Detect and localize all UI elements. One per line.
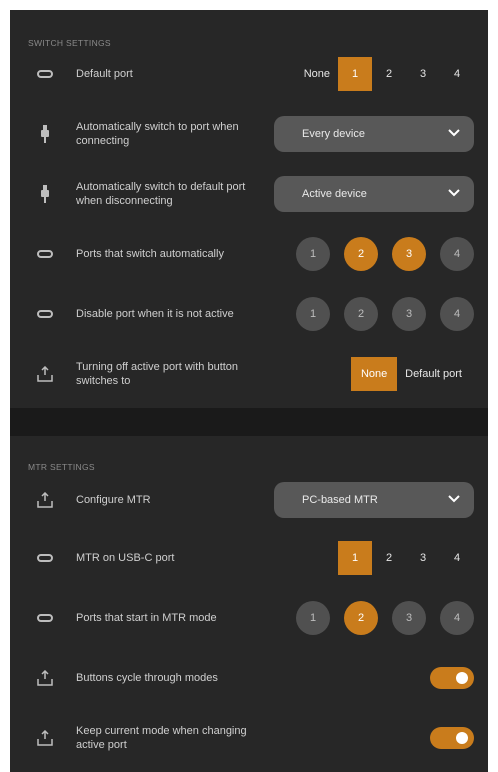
- default-port-option-3[interactable]: 3: [406, 57, 440, 91]
- mtr-usbc-label: MTR on USB-C port: [76, 552, 175, 564]
- ports-start-mtr-port-4[interactable]: 4: [440, 601, 474, 635]
- row-auto-switch-disconnect: Automatically switch to default port whe…: [10, 174, 488, 214]
- row-turn-off-active-port: Turning off active port with button swit…: [10, 354, 488, 394]
- usb-port-icon: [36, 305, 54, 323]
- disable-port-port-2[interactable]: 2: [344, 297, 378, 331]
- usb-port-icon: [36, 245, 54, 263]
- ports-start-mtr-label: Ports that start in MTR mode: [76, 612, 217, 624]
- row-configure-mtr: Configure MTR PC-based MTR: [10, 480, 488, 520]
- mtr-usbc-option-3[interactable]: 3: [406, 541, 440, 575]
- row-disable-port: Disable port when it is not active 1 2 3…: [10, 294, 488, 334]
- chevron-down-icon: [448, 128, 460, 140]
- auto-switch-connect-dropdown[interactable]: Every device: [274, 116, 474, 152]
- row-buttons-cycle: Buttons cycle through modes: [10, 658, 488, 698]
- chevron-down-icon: [448, 494, 460, 506]
- ports-start-mtr-port-3[interactable]: 3: [392, 601, 426, 635]
- button-press-icon: [36, 365, 54, 383]
- turn-off-active-label: Turning off active port with button swit…: [76, 361, 239, 387]
- default-port-option-none[interactable]: None: [296, 57, 338, 91]
- default-port-selector: None 1 2 3 4: [296, 57, 474, 91]
- mtr-usbc-option-4[interactable]: 4: [440, 541, 474, 575]
- default-port-option-2[interactable]: 2: [372, 57, 406, 91]
- auto-switch-connect-value: Every device: [302, 128, 365, 140]
- default-port-label: Default port: [76, 68, 133, 80]
- disable-port-port-4[interactable]: 4: [440, 297, 474, 331]
- disable-port-label: Disable port when it is not active: [76, 308, 234, 320]
- button-press-icon: [36, 669, 54, 687]
- default-port-option-4[interactable]: 4: [440, 57, 474, 91]
- usb-plug-icon: [36, 125, 54, 143]
- switch-settings-panel: SWITCH SETTINGS Default port None 1 2 3 …: [10, 10, 488, 408]
- ports-switch-auto-label: Ports that switch automatically: [76, 248, 224, 260]
- ports-switch-auto-port-1[interactable]: 1: [296, 237, 330, 271]
- auto-switch-disconnect-dropdown[interactable]: Active device: [274, 176, 474, 212]
- toggle-knob: [456, 732, 468, 744]
- configure-mtr-dropdown[interactable]: PC-based MTR: [274, 482, 474, 518]
- row-mtr-usbc-port: MTR on USB-C port 1 2 3 4: [10, 538, 488, 578]
- ports-start-mtr-port-1[interactable]: 1: [296, 601, 330, 635]
- toggle-knob: [456, 672, 468, 684]
- configure-mtr-value: PC-based MTR: [302, 494, 378, 506]
- usb-port-icon: [36, 549, 54, 567]
- row-default-port: Default port None 1 2 3 4: [10, 54, 488, 94]
- chevron-down-icon: [448, 188, 460, 200]
- auto-switch-connect-label: Automatically switch to port when connec…: [76, 121, 239, 147]
- usb-port-icon: [36, 609, 54, 627]
- default-port-option-1[interactable]: 1: [338, 57, 372, 91]
- keep-mode-toggle[interactable]: [430, 727, 474, 749]
- auto-switch-disconnect-value: Active device: [302, 188, 367, 200]
- usb-port-icon: [36, 65, 54, 83]
- disable-port-port-1[interactable]: 1: [296, 297, 330, 331]
- buttons-cycle-label: Buttons cycle through modes: [76, 672, 218, 684]
- mtr-settings-panel: MTR SETTINGS Configure MTR PC-based MTR …: [10, 436, 488, 772]
- row-ports-switch-automatically: Ports that switch automatically 1 2 3 4: [10, 234, 488, 274]
- buttons-cycle-toggle[interactable]: [430, 667, 474, 689]
- section-divider: [10, 408, 488, 436]
- row-auto-switch-connect: Automatically switch to port when connec…: [10, 114, 488, 154]
- section-title-switch-settings: SWITCH SETTINGS: [28, 38, 111, 48]
- usb-plug-icon: [36, 185, 54, 203]
- button-press-icon: [36, 729, 54, 747]
- keep-mode-label: Keep current mode when changing active p…: [76, 725, 247, 751]
- section-title-mtr-settings: MTR SETTINGS: [28, 462, 95, 472]
- mtr-usbc-option-1[interactable]: 1: [338, 541, 372, 575]
- ports-switch-auto-port-2[interactable]: 2: [344, 237, 378, 271]
- ports-start-mtr-port-2[interactable]: 2: [344, 601, 378, 635]
- disable-port-port-3[interactable]: 3: [392, 297, 426, 331]
- turn-off-option-default-port[interactable]: Default port: [397, 357, 470, 391]
- ports-switch-auto-port-4[interactable]: 4: [440, 237, 474, 271]
- button-press-icon: [36, 491, 54, 509]
- row-ports-start-mtr: Ports that start in MTR mode 1 2 3 4: [10, 598, 488, 638]
- mtr-usbc-option-2[interactable]: 2: [372, 541, 406, 575]
- auto-switch-disconnect-label: Automatically switch to default port whe…: [76, 181, 246, 207]
- ports-switch-auto-port-3[interactable]: 3: [392, 237, 426, 271]
- configure-mtr-label: Configure MTR: [76, 494, 151, 506]
- turn-off-option-none[interactable]: None: [351, 357, 398, 391]
- row-keep-mode: Keep current mode when changing active p…: [10, 718, 488, 758]
